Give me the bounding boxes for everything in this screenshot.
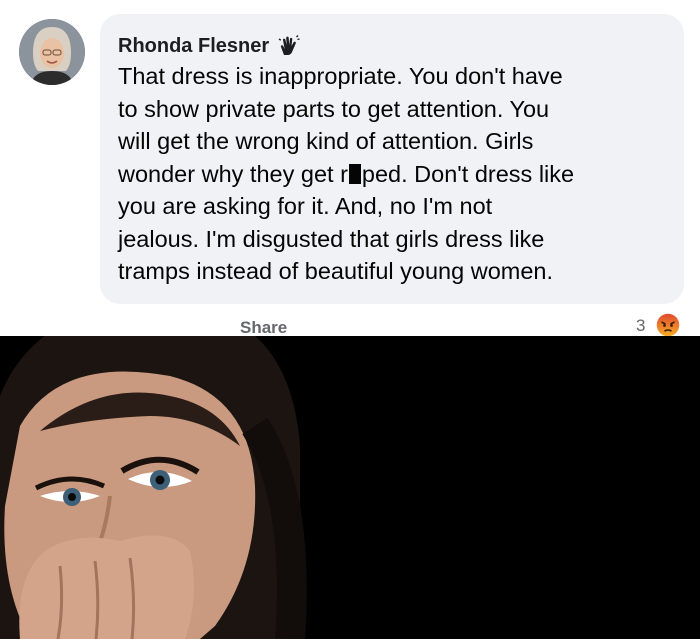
share-link[interactable]: Share [240, 318, 287, 338]
reaction-photo [0, 336, 700, 639]
wave-hand-icon [277, 34, 301, 58]
comment-text: That dress is inappropriate. You don't h… [118, 60, 678, 288]
comment-header: Rhonda Flesner [118, 32, 301, 60]
redaction-block [348, 163, 361, 184]
reaction-count[interactable]: 3 [636, 316, 645, 336]
woman-face-photo [0, 336, 700, 639]
author-name[interactable]: Rhonda Flesner [118, 35, 269, 58]
avatar[interactable] [19, 19, 85, 85]
angry-face-icon[interactable] [655, 312, 681, 338]
comment-section: Rhonda Flesner That dress is inappropria… [0, 0, 700, 338]
